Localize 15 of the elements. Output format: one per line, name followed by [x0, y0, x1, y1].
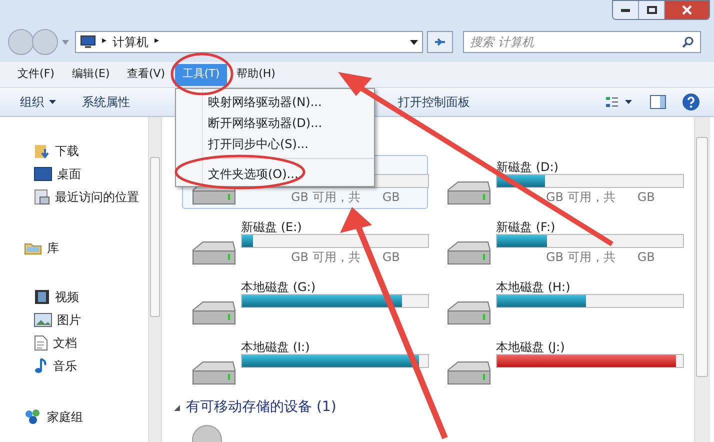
- capacity-text: GB 可用，共: [291, 189, 360, 206]
- drive-name: 本地磁盘 (J:): [496, 339, 566, 354]
- capacity-text: GB 可用，共: [546, 189, 616, 206]
- capacity-text: GB 可用，共: [546, 249, 616, 266]
- section-title: 有可移动存储的设备 (1): [186, 398, 336, 417]
- capacity-text: GB: [382, 189, 400, 206]
- capacity-text: GB: [382, 249, 400, 266]
- drive-name: 新磁盘 (F:): [496, 219, 556, 234]
- drive-name: 新磁盘 (E:): [241, 219, 303, 234]
- drive-name: 本地磁盘 (H:): [496, 279, 572, 294]
- capacity-text: GB 可用，共: [291, 249, 360, 266]
- capacity-text: GB: [637, 189, 655, 206]
- capacity-text: GB: [637, 249, 655, 266]
- drive-name: 本地磁盘 (I:): [241, 339, 311, 354]
- drive-name: 本地磁盘 (G:): [241, 279, 317, 294]
